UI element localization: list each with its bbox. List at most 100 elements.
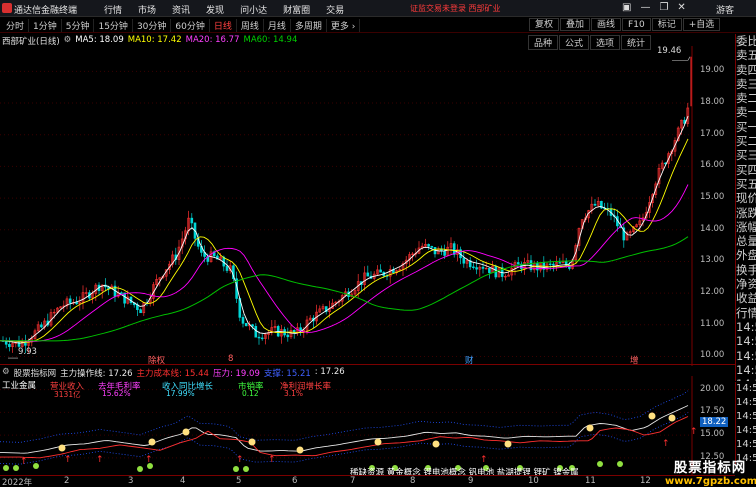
menu-sectors[interactable]: 市场 bbox=[138, 3, 156, 16]
period-tab[interactable]: 5分钟 bbox=[62, 19, 95, 32]
sidebar-item[interactable]: 买一 bbox=[736, 120, 756, 134]
main-menu: 行情 市场 资讯 发现 问小达 财富圈 交易 bbox=[104, 3, 344, 16]
candlestick-chart[interactable] bbox=[0, 46, 735, 366]
sidebar-item[interactable]: 行情 bbox=[736, 306, 756, 320]
candle-body bbox=[366, 272, 370, 277]
sell-signal-icon bbox=[374, 438, 382, 446]
sidebar-item[interactable]: 换手 bbox=[736, 263, 756, 277]
sidebar-item[interactable]: 收益 bbox=[736, 291, 756, 305]
period-tab[interactable]: 更多 › bbox=[327, 19, 361, 32]
buy-arrow-icon: ↑ bbox=[268, 455, 276, 465]
indicator-chart[interactable]: ↑ ↑ ↑ ↑ ↑ ↑ ↑↑↑ bbox=[0, 376, 735, 476]
sidebar-item[interactable]: 委比 bbox=[736, 34, 756, 48]
sidebar-item[interactable]: 买四 bbox=[736, 163, 756, 177]
indicator-axis-label: 20.00 bbox=[700, 383, 725, 394]
cost-line bbox=[0, 416, 689, 459]
candle-body bbox=[548, 263, 552, 266]
period-tab[interactable]: 多周期 bbox=[291, 19, 327, 32]
period-tab[interactable]: 月线 bbox=[264, 19, 291, 32]
buy-arrow-icon: ↑ bbox=[662, 439, 670, 449]
user-guest[interactable]: 游客 bbox=[716, 3, 734, 16]
sidebar-item[interactable]: 14:56 bbox=[736, 320, 756, 334]
sidebar-item[interactable]: 现价 bbox=[736, 191, 756, 205]
sidebar-item[interactable]: 卖四 bbox=[736, 63, 756, 77]
candle-body bbox=[593, 203, 597, 206]
buy-arrow-icon: ↑ bbox=[480, 455, 488, 465]
minimize-icon[interactable]: — bbox=[640, 2, 650, 13]
period-tabs: 分时 1分钟 5分钟 15分钟 30分钟 60分钟 日线 周线 月线 多周期 更多 › bbox=[2, 19, 361, 32]
candle-body bbox=[68, 298, 72, 304]
x-axis-label: 9 bbox=[468, 476, 474, 486]
close-icon[interactable]: ✕ bbox=[677, 2, 685, 13]
menu-discover[interactable]: 发现 bbox=[206, 3, 224, 16]
sidebar-item[interactable]: 卖二 bbox=[736, 91, 756, 105]
sell-signal-icon bbox=[182, 428, 190, 436]
period-tab[interactable]: 30分钟 bbox=[133, 19, 172, 32]
candle-body bbox=[123, 292, 126, 304]
candle-body bbox=[488, 267, 491, 273]
tool-fuquan[interactable]: 复权 bbox=[529, 18, 560, 31]
sidebar-item[interactable]: 卖三 bbox=[736, 77, 756, 91]
concepts-text: 稀缺资源 黄金概念 锂电池概念 钒电池 盐湖提锂 锂矿 镍金属 bbox=[350, 468, 579, 478]
sidebar-item[interactable]: 卖一 bbox=[736, 105, 756, 119]
period-tab[interactable]: 周线 bbox=[237, 19, 264, 32]
sidebar-tick: 14:57 bbox=[736, 439, 756, 450]
x-axis-label: 6 bbox=[292, 476, 298, 486]
panel-divider[interactable] bbox=[0, 364, 735, 365]
tool-overlay[interactable]: 叠加 bbox=[560, 18, 591, 31]
title-bar: 通达信金融终端 行情 市场 资讯 发现 问小达 财富圈 交易 证监交易未登录 西… bbox=[0, 0, 756, 17]
sidebar-item[interactable]: 涨跌 bbox=[736, 206, 756, 220]
sidebar-item[interactable]: 14:56 bbox=[736, 334, 756, 348]
sidebar-item[interactable]: 14:57 bbox=[736, 377, 756, 381]
period-tab[interactable]: 60分钟 bbox=[171, 19, 210, 32]
tool-add-watchlist[interactable]: +自选 bbox=[682, 18, 721, 31]
candle-body bbox=[475, 267, 478, 270]
tool-f10[interactable]: F10 bbox=[622, 18, 651, 31]
sell-signal-icon bbox=[586, 424, 594, 432]
sidebar-item[interactable]: 买三 bbox=[736, 148, 756, 162]
window-controls: ▣ — ❐ ✕ bbox=[622, 2, 686, 13]
event-8[interactable]: 8 bbox=[228, 354, 233, 364]
sidebar-item[interactable]: 买五 bbox=[736, 177, 756, 191]
menu-news[interactable]: 资讯 bbox=[172, 3, 190, 16]
buy-signal-icon bbox=[13, 465, 19, 471]
candle-body bbox=[472, 266, 475, 268]
sidebar-item[interactable]: 净资 bbox=[736, 277, 756, 291]
watermark-url: www.7gpzb.com bbox=[665, 476, 756, 487]
menu-market[interactable]: 行情 bbox=[104, 3, 122, 16]
price-axis-label: 14.00 bbox=[700, 223, 725, 234]
sidebar-item[interactable]: 买二 bbox=[736, 134, 756, 148]
watermark: 股票指标网 www.7gpzb.com bbox=[665, 456, 756, 487]
watermark-site: 股票指标网 bbox=[673, 460, 747, 476]
menu-ask[interactable]: 问小达 bbox=[240, 3, 267, 16]
period-tab[interactable]: 日线 bbox=[210, 19, 237, 32]
tool-draw[interactable]: 画线 bbox=[591, 18, 622, 31]
candle-body bbox=[443, 250, 446, 256]
maximize-icon[interactable]: ❐ bbox=[659, 2, 668, 13]
period-tab[interactable]: 15分钟 bbox=[94, 19, 133, 32]
menu-wealth[interactable]: 财富圈 bbox=[283, 3, 310, 16]
period-tab[interactable]: 分时 bbox=[2, 19, 30, 32]
tick-sidebar: 14:5714:5714:5714:5714:5714:57 bbox=[735, 382, 756, 464]
sell-signal-icon bbox=[248, 438, 256, 446]
candle-body bbox=[516, 262, 520, 265]
skin-icon[interactable]: ▣ bbox=[622, 2, 631, 13]
x-axis-label: 3 bbox=[128, 476, 134, 486]
sidebar-item[interactable]: 14:56 bbox=[736, 349, 756, 363]
period-tab[interactable]: 1分钟 bbox=[29, 19, 62, 32]
candle-body bbox=[254, 325, 258, 338]
tool-mark[interactable]: 标记 bbox=[651, 18, 682, 31]
candle-body bbox=[558, 262, 562, 264]
buy-signal-icon bbox=[243, 466, 249, 472]
sidebar-item[interactable]: 外盘 bbox=[736, 248, 756, 262]
sidebar-item[interactable]: 总量 bbox=[736, 234, 756, 248]
sidebar-item[interactable]: 涨幅 bbox=[736, 220, 756, 234]
sidebar-item[interactable]: 14:56 bbox=[736, 363, 756, 377]
app-title: 通达信金融终端 bbox=[14, 6, 78, 16]
sidebar-item[interactable]: 卖五 bbox=[736, 48, 756, 62]
login-notice[interactable]: 证监交易未登录 西部矿业 bbox=[410, 3, 501, 14]
candles bbox=[1, 102, 690, 354]
sidebar-tick: 14:57 bbox=[736, 425, 756, 436]
sell-signal-icon bbox=[648, 412, 656, 420]
menu-trade[interactable]: 交易 bbox=[326, 3, 344, 16]
